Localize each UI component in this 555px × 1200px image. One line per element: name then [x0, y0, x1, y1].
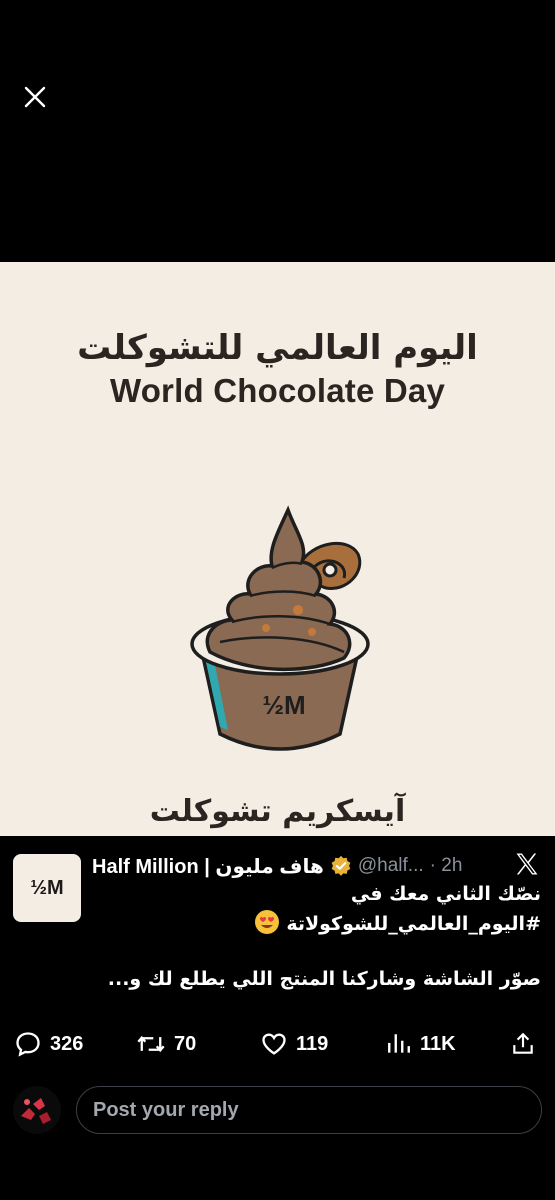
close-icon [24, 86, 46, 108]
ice-cream-illustration: ½M [190, 505, 370, 751]
tweet-text: نصّك الثاني معك في #اليوم_العالمي_للشوكو… [91, 880, 541, 939]
hashtag-link[interactable]: #اليوم_العالمي_للشوكولاتة [286, 913, 541, 935]
reply-input[interactable]: Post your reply [76, 1086, 542, 1134]
close-button[interactable] [18, 80, 52, 114]
views-button[interactable]: 11K [386, 1028, 456, 1060]
reply-composer: Post your reply [0, 1082, 555, 1138]
cup-logo: ½M [262, 690, 305, 720]
repost-count: 70 [174, 1032, 197, 1055]
author-avatar[interactable]: ½M [13, 854, 81, 922]
share-icon [513, 1032, 533, 1054]
heart-eyes-emoji-icon [254, 910, 279, 934]
like-count: 119 [296, 1032, 329, 1055]
media-caption: آيسكريم تشوكلت [149, 794, 406, 829]
heart-icon [262, 1033, 286, 1055]
reply-count: 326 [50, 1032, 84, 1055]
views-bar-chart-icon [388, 1034, 410, 1053]
repost-button[interactable]: 70 [136, 1028, 196, 1060]
repost-icon [137, 1035, 165, 1053]
user-avatar[interactable] [13, 1086, 61, 1134]
tweet-line-hashtag-row: #اليوم_العالمي_للشوكولاتة [91, 909, 541, 939]
author-handle[interactable]: @half... [358, 855, 424, 877]
share-button[interactable] [510, 1028, 536, 1060]
like-button[interactable]: 119 [260, 1028, 328, 1060]
tweet-line-1: نصّك الثاني معك في [350, 883, 541, 905]
verified-badge-icon [330, 855, 352, 877]
tweet-time: · 2h [429, 855, 463, 876]
tweet-line-2: صوّر الشاشة وشاركنا المنتج اللي يطلع لك … [107, 968, 541, 990]
author-name[interactable]: Half Million | هاف مليون [92, 854, 324, 879]
reply-icon [16, 1032, 40, 1057]
tweet-panel: ½M Half Million | هاف مليون @half... · 2… [0, 836, 555, 1200]
media-image[interactable]: اليوم العالمي للتشوكلت World Chocolate D… [0, 262, 555, 836]
views-count: 11K [420, 1032, 456, 1055]
tweet-actions: 326 70 119 11K [0, 1028, 555, 1060]
reply-button[interactable]: 326 [14, 1028, 83, 1060]
media-title-arabic: اليوم العالمي للتشوكلت [77, 328, 478, 368]
media-title-english: World Chocolate Day [109, 372, 446, 409]
x-logo-icon [516, 853, 538, 875]
tweet-header: Half Million | هاف مليون @half... · 2h [92, 850, 542, 882]
